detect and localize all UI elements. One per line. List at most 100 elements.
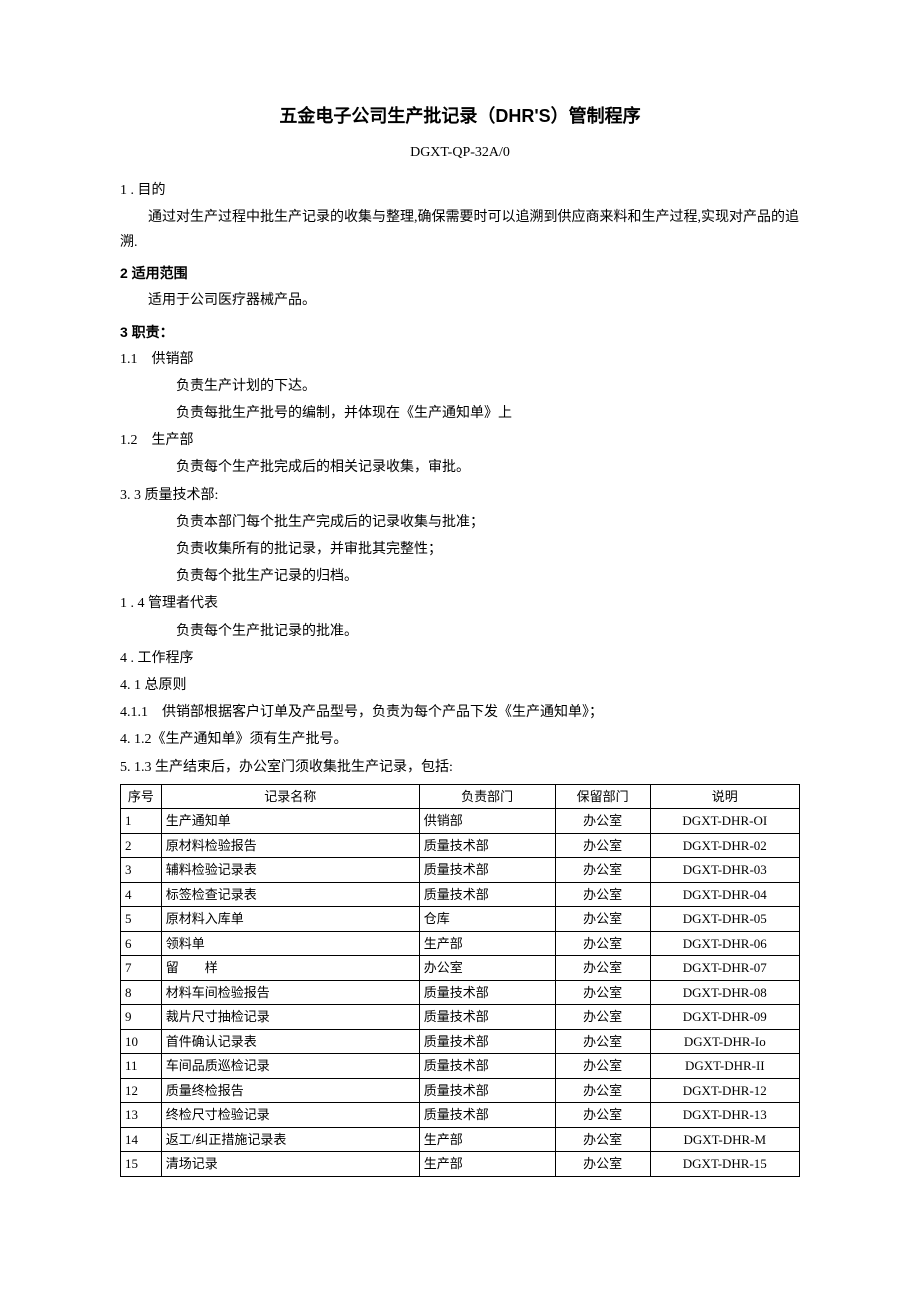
table-cell: 原材料检验报告 bbox=[161, 833, 419, 858]
table-cell: DGXT-DHR-09 bbox=[650, 1005, 799, 1030]
table-cell: 留 样 bbox=[161, 956, 419, 981]
table-cell: 办公室 bbox=[419, 956, 555, 981]
section-4-1-3: 5. 1.3 生产结束后，办公室门须收集批生产记录，包括: bbox=[120, 755, 800, 780]
table-cell: 裁片尺寸抽检记录 bbox=[161, 1005, 419, 1030]
table-row: 3辅料检验记录表质量技术部办公室DGXT-DHR-03 bbox=[121, 858, 800, 883]
table-cell: 质量技术部 bbox=[419, 858, 555, 883]
table-cell: 办公室 bbox=[555, 1029, 650, 1054]
section-1-heading: 1 . 目的 bbox=[120, 178, 800, 203]
table-cell: 终检尺寸检验记录 bbox=[161, 1103, 419, 1128]
table-row: 10首件确认记录表质量技术部办公室DGXT-DHR-Io bbox=[121, 1029, 800, 1054]
table-row: 6领料单生产部办公室DGXT-DHR-06 bbox=[121, 931, 800, 956]
section-2-heading: 2 适用范围 bbox=[120, 261, 800, 286]
table-cell: DGXT-DHR-II bbox=[650, 1054, 799, 1079]
table-cell: 质量技术部 bbox=[419, 1103, 555, 1128]
table-cell: 办公室 bbox=[555, 882, 650, 907]
section-4-1-heading: 4. 1 总原则 bbox=[120, 673, 800, 698]
table-cell: 标签检查记录表 bbox=[161, 882, 419, 907]
table-cell: 返工/纠正措施记录表 bbox=[161, 1127, 419, 1152]
table-cell: 办公室 bbox=[555, 980, 650, 1005]
section-3-3-p2: 负责收集所有的批记录，并审批其完整性； bbox=[120, 537, 800, 562]
section-3-heading: 3 职责： bbox=[120, 320, 800, 345]
table-cell: 仓库 bbox=[419, 907, 555, 932]
section-3-2-heading: 1.2 生产部 bbox=[120, 428, 800, 453]
records-table: 序号 记录名称 负责部门 保留部门 说明 1生产通知单供销部办公室DGXT-DH… bbox=[120, 784, 800, 1177]
table-row: 15清场记录生产部办公室DGXT-DHR-15 bbox=[121, 1152, 800, 1177]
table-cell: DGXT-DHR-15 bbox=[650, 1152, 799, 1177]
table-cell: 办公室 bbox=[555, 1005, 650, 1030]
doc-title: 五金电子公司生产批记录（DHR'S）管制程序 bbox=[120, 100, 800, 132]
table-row: 14返工/纠正措施记录表生产部办公室DGXT-DHR-M bbox=[121, 1127, 800, 1152]
th-dept: 负责部门 bbox=[419, 784, 555, 809]
table-cell: DGXT-DHR-13 bbox=[650, 1103, 799, 1128]
table-cell: DGXT-DHR-M bbox=[650, 1127, 799, 1152]
section-3-3-heading: 3. 3 质量技术部: bbox=[120, 483, 800, 508]
table-cell: 材料车间检验报告 bbox=[161, 980, 419, 1005]
section-3-3-p1: 负责本部门每个批生产完成后的记录收集与批准； bbox=[120, 510, 800, 535]
table-cell: 清场记录 bbox=[161, 1152, 419, 1177]
table-cell: 质量技术部 bbox=[419, 980, 555, 1005]
doc-code: DGXT-QP-32A/0 bbox=[120, 140, 800, 165]
th-seq: 序号 bbox=[121, 784, 162, 809]
table-cell: 14 bbox=[121, 1127, 162, 1152]
table-header-row: 序号 记录名称 负责部门 保留部门 说明 bbox=[121, 784, 800, 809]
section-3-4-heading: 1 . 4 管理者代表 bbox=[120, 591, 800, 616]
table-cell: 质量技术部 bbox=[419, 833, 555, 858]
table-cell: 10 bbox=[121, 1029, 162, 1054]
table-cell: 1 bbox=[121, 809, 162, 834]
table-cell: 辅料检验记录表 bbox=[161, 858, 419, 883]
table-cell: 办公室 bbox=[555, 956, 650, 981]
section-3-1-heading: 1.1 供销部 bbox=[120, 347, 800, 372]
table-cell: 质量终检报告 bbox=[161, 1078, 419, 1103]
table-cell: DGXT-DHR-Io bbox=[650, 1029, 799, 1054]
section-2-body: 适用于公司医疗器械产品。 bbox=[120, 288, 800, 313]
table-cell: 15 bbox=[121, 1152, 162, 1177]
table-cell: 办公室 bbox=[555, 1127, 650, 1152]
th-desc: 说明 bbox=[650, 784, 799, 809]
table-cell: 办公室 bbox=[555, 931, 650, 956]
table-cell: 质量技术部 bbox=[419, 882, 555, 907]
table-cell: DGXT-DHR-04 bbox=[650, 882, 799, 907]
table-cell: 2 bbox=[121, 833, 162, 858]
table-cell: 首件确认记录表 bbox=[161, 1029, 419, 1054]
table-cell: 生产通知单 bbox=[161, 809, 419, 834]
table-cell: 6 bbox=[121, 931, 162, 956]
table-cell: 办公室 bbox=[555, 1103, 650, 1128]
table-row: 13终检尺寸检验记录质量技术部办公室DGXT-DHR-13 bbox=[121, 1103, 800, 1128]
table-cell: DGXT-DHR-06 bbox=[650, 931, 799, 956]
table-cell: 质量技术部 bbox=[419, 1078, 555, 1103]
th-name: 记录名称 bbox=[161, 784, 419, 809]
table-cell: 13 bbox=[121, 1103, 162, 1128]
table-row: 2原材料检验报告质量技术部办公室DGXT-DHR-02 bbox=[121, 833, 800, 858]
table-row: 4标签检查记录表质量技术部办公室DGXT-DHR-04 bbox=[121, 882, 800, 907]
table-cell: 9 bbox=[121, 1005, 162, 1030]
table-cell: 供销部 bbox=[419, 809, 555, 834]
table-cell: 车间品质巡检记录 bbox=[161, 1054, 419, 1079]
section-3-4-p1: 负责每个生产批记录的批准。 bbox=[120, 619, 800, 644]
table-row: 12质量终检报告质量技术部办公室DGXT-DHR-12 bbox=[121, 1078, 800, 1103]
table-row: 9裁片尺寸抽检记录质量技术部办公室DGXT-DHR-09 bbox=[121, 1005, 800, 1030]
section-4-heading: 4 . 工作程序 bbox=[120, 646, 800, 671]
table-cell: 5 bbox=[121, 907, 162, 932]
section-4-1-2: 4. 1.2《生产通知单》须有生产批号。 bbox=[120, 727, 800, 752]
table-row: 1生产通知单供销部办公室DGXT-DHR-OI bbox=[121, 809, 800, 834]
table-cell: 领料单 bbox=[161, 931, 419, 956]
table-cell: 办公室 bbox=[555, 858, 650, 883]
table-cell: DGXT-DHR-05 bbox=[650, 907, 799, 932]
table-cell: 3 bbox=[121, 858, 162, 883]
table-cell: DGXT-DHR-08 bbox=[650, 980, 799, 1005]
table-cell: 4 bbox=[121, 882, 162, 907]
section-3-1-p1: 负责生产计划的下达。 bbox=[120, 374, 800, 399]
section-3-2-p1: 负责每个生产批完成后的相关记录收集，审批。 bbox=[120, 455, 800, 480]
table-row: 8材料车间检验报告质量技术部办公室DGXT-DHR-08 bbox=[121, 980, 800, 1005]
table-cell: 生产部 bbox=[419, 931, 555, 956]
table-cell: 办公室 bbox=[555, 1078, 650, 1103]
section-3-3-p3: 负责每个批生产记录的归档。 bbox=[120, 564, 800, 589]
table-row: 11车间品质巡检记录质量技术部办公室DGXT-DHR-II bbox=[121, 1054, 800, 1079]
th-keep: 保留部门 bbox=[555, 784, 650, 809]
table-cell: DGXT-DHR-12 bbox=[650, 1078, 799, 1103]
table-cell: 质量技术部 bbox=[419, 1005, 555, 1030]
table-cell: 办公室 bbox=[555, 1054, 650, 1079]
table-cell: 质量技术部 bbox=[419, 1054, 555, 1079]
table-cell: 8 bbox=[121, 980, 162, 1005]
